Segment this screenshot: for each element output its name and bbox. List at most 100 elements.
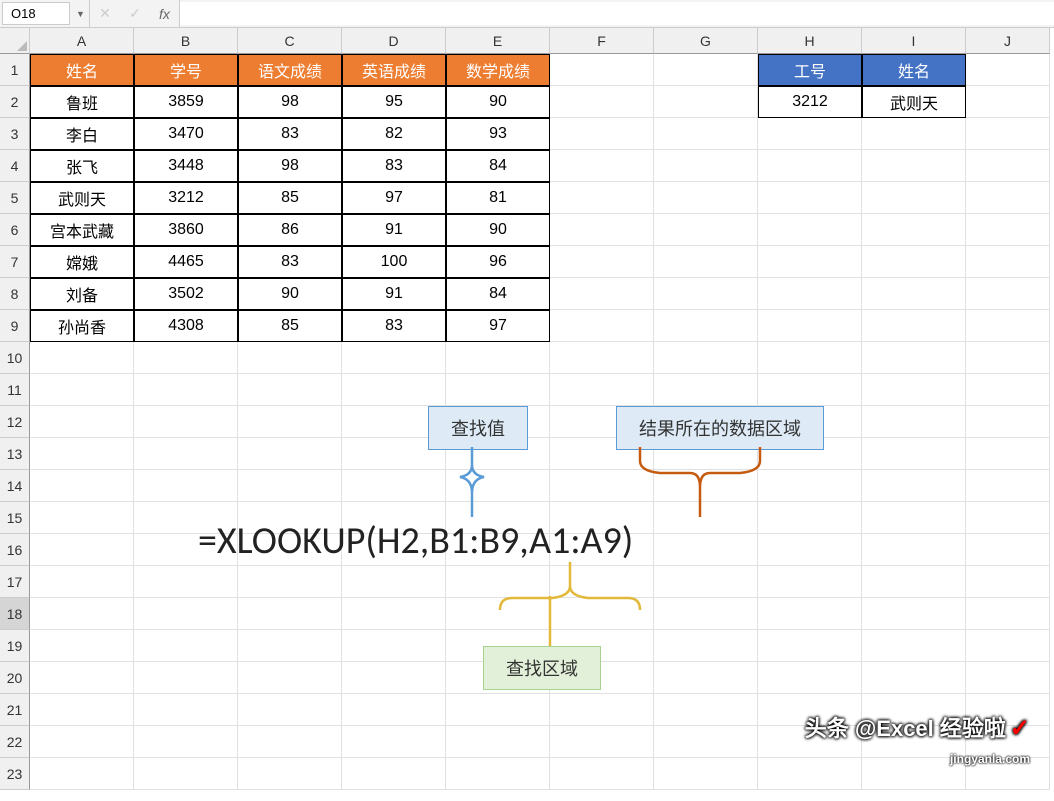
cell-D22[interactable] bbox=[342, 726, 446, 758]
cell-F11[interactable] bbox=[550, 374, 654, 406]
cell-C12[interactable] bbox=[238, 406, 342, 438]
cell-B4[interactable]: 3448 bbox=[134, 150, 238, 182]
cell-I19[interactable] bbox=[862, 630, 966, 662]
name-box[interactable]: O18 bbox=[2, 2, 70, 25]
cell-D8[interactable]: 91 bbox=[342, 278, 446, 310]
row-header-18[interactable]: 18 bbox=[0, 598, 30, 630]
cell-A10[interactable] bbox=[30, 342, 134, 374]
cell-G1[interactable] bbox=[654, 54, 758, 86]
cell-H18[interactable] bbox=[758, 598, 862, 630]
cell-C16[interactable] bbox=[238, 534, 342, 566]
row-header-3[interactable]: 3 bbox=[0, 118, 30, 150]
cell-D15[interactable] bbox=[342, 502, 446, 534]
cell-H20[interactable] bbox=[758, 662, 862, 694]
cell-G16[interactable] bbox=[654, 534, 758, 566]
col-header-C[interactable]: C bbox=[238, 28, 342, 54]
cell-I17[interactable] bbox=[862, 566, 966, 598]
fx-icon[interactable]: fx bbox=[150, 0, 180, 27]
cell-E11[interactable] bbox=[446, 374, 550, 406]
cell-B19[interactable] bbox=[134, 630, 238, 662]
row-header-13[interactable]: 13 bbox=[0, 438, 30, 470]
cell-I20[interactable] bbox=[862, 662, 966, 694]
cell-F17[interactable] bbox=[550, 566, 654, 598]
cell-G6[interactable] bbox=[654, 214, 758, 246]
cell-C8[interactable]: 90 bbox=[238, 278, 342, 310]
col-header-D[interactable]: D bbox=[342, 28, 446, 54]
cell-C14[interactable] bbox=[238, 470, 342, 502]
cell-C20[interactable] bbox=[238, 662, 342, 694]
cell-I15[interactable] bbox=[862, 502, 966, 534]
row-header-12[interactable]: 12 bbox=[0, 406, 30, 438]
cell-A7[interactable]: 嫦娥 bbox=[30, 246, 134, 278]
cell-A1[interactable]: 姓名 bbox=[30, 54, 134, 86]
cell-A19[interactable] bbox=[30, 630, 134, 662]
cell-C5[interactable]: 85 bbox=[238, 182, 342, 214]
cell-I3[interactable] bbox=[862, 118, 966, 150]
cell-J17[interactable] bbox=[966, 566, 1050, 598]
cell-D3[interactable]: 82 bbox=[342, 118, 446, 150]
cell-E17[interactable] bbox=[446, 566, 550, 598]
cell-F16[interactable] bbox=[550, 534, 654, 566]
cell-F10[interactable] bbox=[550, 342, 654, 374]
cell-A3[interactable]: 李白 bbox=[30, 118, 134, 150]
cell-E12[interactable] bbox=[446, 406, 550, 438]
cell-C19[interactable] bbox=[238, 630, 342, 662]
cell-E6[interactable]: 90 bbox=[446, 214, 550, 246]
cell-J2[interactable] bbox=[966, 86, 1050, 118]
cell-J3[interactable] bbox=[966, 118, 1050, 150]
cell-D7[interactable]: 100 bbox=[342, 246, 446, 278]
cell-B9[interactable]: 4308 bbox=[134, 310, 238, 342]
cell-A20[interactable] bbox=[30, 662, 134, 694]
cell-H10[interactable] bbox=[758, 342, 862, 374]
cell-B10[interactable] bbox=[134, 342, 238, 374]
row-header-2[interactable]: 2 bbox=[0, 86, 30, 118]
cell-B3[interactable]: 3470 bbox=[134, 118, 238, 150]
cell-E7[interactable]: 96 bbox=[446, 246, 550, 278]
cell-I11[interactable] bbox=[862, 374, 966, 406]
name-box-dropdown-icon[interactable]: ▼ bbox=[72, 0, 90, 27]
cell-E3[interactable]: 93 bbox=[446, 118, 550, 150]
cell-C21[interactable] bbox=[238, 694, 342, 726]
cell-A18[interactable] bbox=[30, 598, 134, 630]
cell-A11[interactable] bbox=[30, 374, 134, 406]
col-header-I[interactable]: I bbox=[862, 28, 966, 54]
cell-G21[interactable] bbox=[654, 694, 758, 726]
cell-H1[interactable]: 工号 bbox=[758, 54, 862, 86]
cell-B1[interactable]: 学号 bbox=[134, 54, 238, 86]
cell-H14[interactable] bbox=[758, 470, 862, 502]
cell-E2[interactable]: 90 bbox=[446, 86, 550, 118]
cell-E13[interactable] bbox=[446, 438, 550, 470]
cell-D2[interactable]: 95 bbox=[342, 86, 446, 118]
cell-F18[interactable] bbox=[550, 598, 654, 630]
cell-E20[interactable] bbox=[446, 662, 550, 694]
cell-C1[interactable]: 语文成绩 bbox=[238, 54, 342, 86]
cell-C22[interactable] bbox=[238, 726, 342, 758]
cell-F23[interactable] bbox=[550, 758, 654, 790]
cell-I13[interactable] bbox=[862, 438, 966, 470]
cell-J10[interactable] bbox=[966, 342, 1050, 374]
cell-F20[interactable] bbox=[550, 662, 654, 694]
cell-A5[interactable]: 武则天 bbox=[30, 182, 134, 214]
cell-A9[interactable]: 孙尚香 bbox=[30, 310, 134, 342]
cell-J14[interactable] bbox=[966, 470, 1050, 502]
cell-A22[interactable] bbox=[30, 726, 134, 758]
cell-G20[interactable] bbox=[654, 662, 758, 694]
cell-G9[interactable] bbox=[654, 310, 758, 342]
cell-D6[interactable]: 91 bbox=[342, 214, 446, 246]
cell-C2[interactable]: 98 bbox=[238, 86, 342, 118]
cell-D12[interactable] bbox=[342, 406, 446, 438]
cell-B7[interactable]: 4465 bbox=[134, 246, 238, 278]
cell-E4[interactable]: 84 bbox=[446, 150, 550, 182]
cell-I18[interactable] bbox=[862, 598, 966, 630]
cell-C3[interactable]: 83 bbox=[238, 118, 342, 150]
cell-I6[interactable] bbox=[862, 214, 966, 246]
cell-J20[interactable] bbox=[966, 662, 1050, 694]
cell-G15[interactable] bbox=[654, 502, 758, 534]
col-header-B[interactable]: B bbox=[134, 28, 238, 54]
cell-B11[interactable] bbox=[134, 374, 238, 406]
cell-D11[interactable] bbox=[342, 374, 446, 406]
cell-H6[interactable] bbox=[758, 214, 862, 246]
cell-H11[interactable] bbox=[758, 374, 862, 406]
cell-G2[interactable] bbox=[654, 86, 758, 118]
cell-E16[interactable] bbox=[446, 534, 550, 566]
